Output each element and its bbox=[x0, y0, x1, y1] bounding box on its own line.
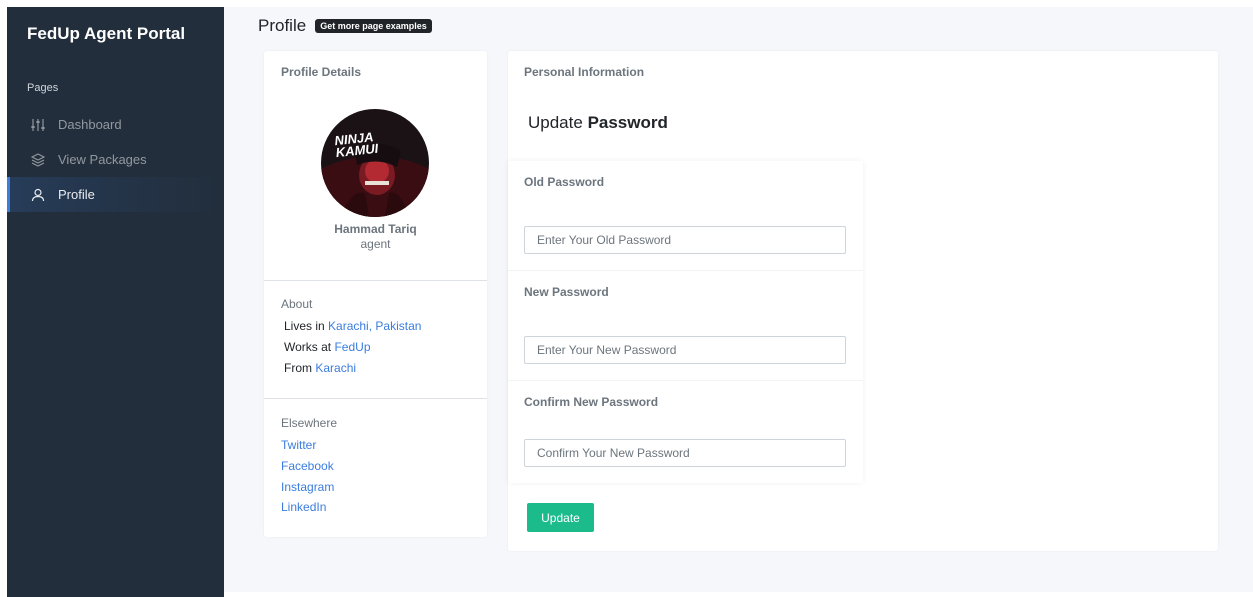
lives-in-line: Lives in Karachi, Pakistan bbox=[284, 319, 421, 333]
card-title: Personal Information bbox=[524, 65, 645, 79]
confirm-password-input[interactable] bbox=[524, 439, 846, 467]
facebook-link[interactable]: Facebook bbox=[281, 459, 334, 473]
sidebar-item-profile[interactable]: Profile bbox=[7, 177, 224, 212]
avatar: NINJA KAMUI bbox=[321, 109, 429, 217]
heading-prefix: Update bbox=[528, 113, 583, 132]
main-content: Profile Get more page examples Profile D… bbox=[224, 7, 1253, 592]
divider bbox=[264, 398, 487, 399]
sidebar-item-label: Profile bbox=[58, 187, 95, 202]
sidebar-item-label: Dashboard bbox=[58, 117, 122, 132]
divider bbox=[508, 380, 863, 381]
divider bbox=[264, 280, 487, 281]
new-password-input[interactable] bbox=[524, 336, 846, 364]
page-title: Profile bbox=[258, 16, 307, 35]
lives-in-prefix: Lives in bbox=[284, 319, 325, 333]
app-frame: FedUp Agent Portal Pages Dashboard View … bbox=[7, 7, 1253, 597]
about-title: About bbox=[281, 297, 313, 311]
works-at-line: Works at FedUp bbox=[284, 340, 371, 354]
confirm-password-label: Confirm New Password bbox=[524, 395, 659, 409]
layers-icon bbox=[30, 152, 46, 168]
password-form: Old Password New Password Confirm New Pa… bbox=[508, 161, 863, 483]
sidebar-item-dashboard[interactable]: Dashboard bbox=[7, 107, 224, 142]
card-title: Profile Details bbox=[281, 65, 362, 79]
works-at-prefix: Works at bbox=[284, 340, 332, 354]
user-icon bbox=[30, 187, 46, 203]
sliders-icon bbox=[30, 117, 46, 133]
heading-bold: Password bbox=[587, 113, 668, 132]
elsewhere-title: Elsewhere bbox=[281, 416, 338, 430]
from-prefix: From bbox=[284, 361, 312, 375]
divider bbox=[508, 270, 863, 271]
from-link[interactable]: Karachi bbox=[315, 361, 356, 375]
lives-in-link[interactable]: Karachi, Pakistan bbox=[328, 319, 421, 333]
profile-details-card: Profile Details NINJA KAMUI Hammad Tariq… bbox=[264, 51, 487, 537]
sidebar: FedUp Agent Portal Pages Dashboard View … bbox=[7, 7, 224, 597]
user-name: Hammad Tariq bbox=[334, 222, 417, 236]
from-line: From Karachi bbox=[284, 361, 356, 375]
page-header: Profile Get more page examples bbox=[258, 16, 432, 36]
old-password-label: Old Password bbox=[524, 175, 605, 189]
old-password-input[interactable] bbox=[524, 226, 846, 254]
works-at-link[interactable]: FedUp bbox=[334, 340, 370, 354]
brand-title[interactable]: FedUp Agent Portal bbox=[7, 7, 224, 59]
user-role: agent bbox=[360, 237, 391, 251]
sidebar-section-label: Pages bbox=[27, 82, 59, 94]
twitter-link[interactable]: Twitter bbox=[281, 438, 316, 452]
update-button[interactable]: Update bbox=[527, 503, 594, 532]
personal-information-card: Personal Information Update Password Old… bbox=[508, 51, 1218, 551]
sidebar-item-label: View Packages bbox=[58, 152, 147, 167]
new-password-label: New Password bbox=[524, 285, 609, 299]
update-password-heading: Update Password bbox=[528, 113, 668, 133]
examples-badge[interactable]: Get more page examples bbox=[315, 19, 432, 33]
sidebar-item-view-packages[interactable]: View Packages bbox=[7, 142, 224, 177]
linkedin-link[interactable]: LinkedIn bbox=[281, 500, 326, 514]
instagram-link[interactable]: Instagram bbox=[281, 480, 334, 494]
